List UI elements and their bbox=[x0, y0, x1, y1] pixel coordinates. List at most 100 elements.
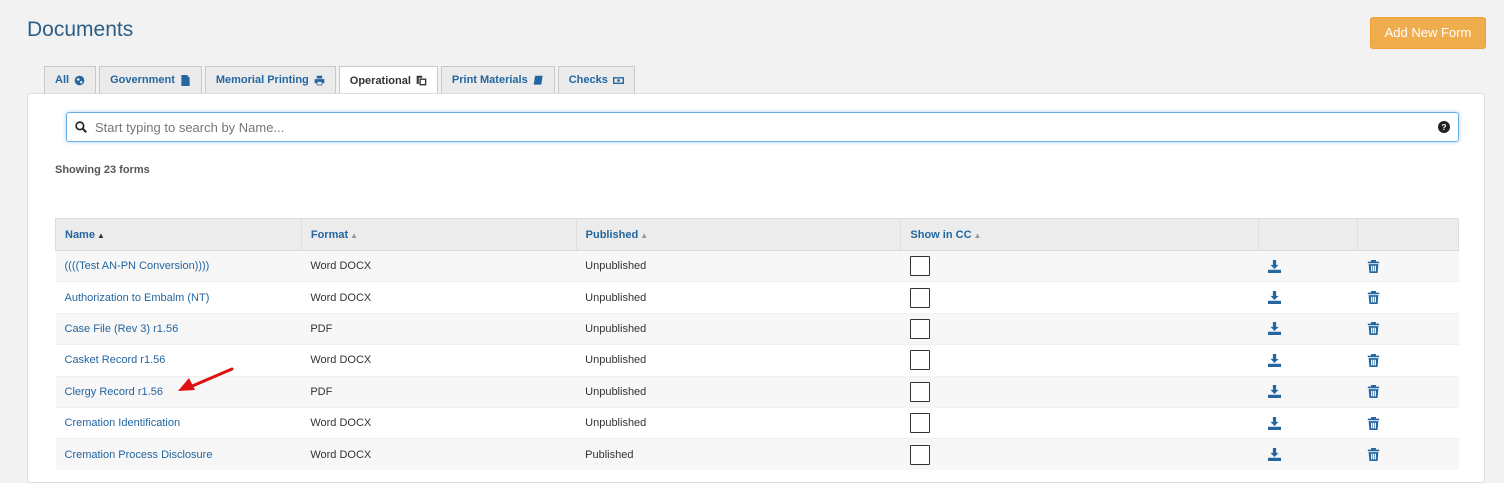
table-header: Name ▲ Format ▲ Published ▲ Show in CC ▲ bbox=[55, 218, 1459, 251]
download-cell bbox=[1258, 438, 1358, 471]
tab-label: All bbox=[55, 74, 70, 86]
download-icon[interactable] bbox=[1267, 416, 1281, 430]
form-published-status: Unpublished bbox=[576, 281, 901, 314]
download-cell bbox=[1258, 406, 1358, 439]
form-published-status: Unpublished bbox=[576, 406, 901, 439]
form-format: Word DOCX bbox=[301, 406, 577, 439]
download-cell bbox=[1258, 281, 1358, 314]
trash-icon[interactable] bbox=[1367, 385, 1380, 399]
show-in-cc-checkbox[interactable] bbox=[909, 444, 930, 465]
download-icon[interactable] bbox=[1267, 385, 1281, 399]
sort-icon: ▲ bbox=[973, 230, 982, 240]
tab-label: Government bbox=[110, 74, 175, 86]
form-format: PDF bbox=[301, 375, 577, 408]
download-cell bbox=[1258, 344, 1358, 377]
form-name-link[interactable]: Cremation Identification bbox=[55, 406, 302, 439]
tab-label: Operational bbox=[349, 74, 411, 87]
form-name-link[interactable]: Casket Record r1.56 bbox=[55, 344, 302, 377]
show-in-cc-checkbox[interactable] bbox=[909, 256, 930, 277]
show-in-cc-cell bbox=[900, 406, 1259, 439]
show-in-cc-checkbox[interactable] bbox=[909, 287, 930, 308]
delete-cell bbox=[1357, 406, 1459, 439]
form-published-status: Unpublished bbox=[576, 344, 901, 377]
column-header-name[interactable]: Name ▲ bbox=[55, 218, 302, 251]
form-published-status: Unpublished bbox=[576, 249, 901, 282]
tab-label: Print Materials bbox=[451, 74, 528, 86]
column-header-format[interactable]: Format ▲ bbox=[300, 218, 577, 251]
form-format: Word DOCX bbox=[301, 438, 577, 471]
show-in-cc-checkbox[interactable] bbox=[909, 381, 930, 402]
delete-cell bbox=[1357, 281, 1459, 314]
table-row: Authorization to Embalm (NT) Word DOCX Unp… bbox=[55, 281, 1459, 314]
table-row: Clergy Record r1.56 PDF Unpublished bbox=[55, 375, 1459, 408]
column-header-published[interactable]: Published ▲ bbox=[575, 218, 902, 251]
tab-all[interactable]: All bbox=[44, 66, 97, 93]
tab-memorial-printing[interactable]: Memorial Printing bbox=[204, 66, 336, 93]
globe-icon bbox=[74, 75, 85, 85]
download-icon[interactable] bbox=[1267, 259, 1281, 273]
download-icon[interactable] bbox=[1267, 353, 1281, 367]
forms-panel: ? Showing 23 forms Name▲ Format▲ Publish… bbox=[27, 93, 1485, 483]
form-format: Word DOCX bbox=[301, 344, 577, 377]
tab-government[interactable]: Government bbox=[99, 66, 202, 93]
delete-cell bbox=[1357, 312, 1459, 345]
download-icon[interactable] bbox=[1267, 291, 1281, 305]
form-name-link[interactable]: Cremation Process Disclosure bbox=[55, 438, 302, 471]
trash-icon[interactable] bbox=[1367, 322, 1380, 336]
book-icon bbox=[533, 75, 543, 85]
category-tabs: All Government Memorial Printing Operati… bbox=[44, 66, 638, 94]
trash-icon[interactable] bbox=[1367, 353, 1380, 367]
file-icon bbox=[181, 74, 190, 86]
tab-print-materials[interactable]: Print Materials bbox=[440, 66, 555, 93]
delete-cell bbox=[1357, 344, 1459, 377]
column-header-download bbox=[1258, 218, 1359, 251]
question-circle-icon[interactable]: ? bbox=[1438, 121, 1450, 133]
copy-icon bbox=[416, 75, 427, 86]
search-input[interactable] bbox=[93, 118, 1438, 136]
show-in-cc-cell bbox=[900, 344, 1259, 377]
form-format: Word DOCX bbox=[301, 281, 577, 314]
search-icon bbox=[75, 121, 87, 133]
table-row: ((((Test AN-PN Conversion)))) Word DOCX Un… bbox=[55, 249, 1459, 282]
page-title: Documents bbox=[27, 18, 134, 41]
tab-operational[interactable]: Operational bbox=[338, 66, 438, 94]
table-row: Cremation Identification Word DOCX Unpubli… bbox=[55, 406, 1459, 439]
table-row: Case File (Rev 3) r1.56 PDF Unpublished bbox=[55, 312, 1459, 345]
delete-cell bbox=[1357, 249, 1459, 282]
show-in-cc-cell bbox=[900, 312, 1259, 345]
download-cell bbox=[1258, 375, 1358, 408]
print-icon bbox=[314, 75, 325, 85]
delete-cell bbox=[1357, 438, 1459, 471]
form-name-link[interactable]: Authorization to Embalm (NT) bbox=[55, 281, 302, 314]
forms-count: Showing 23 forms bbox=[55, 164, 150, 176]
trash-icon[interactable] bbox=[1367, 416, 1380, 430]
tab-label: Checks bbox=[568, 74, 608, 86]
form-published-status: Unpublished bbox=[576, 375, 901, 408]
download-cell bbox=[1258, 249, 1358, 282]
table-row: Casket Record r1.56 Word DOCX Unpublished bbox=[55, 344, 1459, 377]
form-name-link[interactable]: ((((Test AN-PN Conversion)))) bbox=[55, 249, 302, 282]
trash-icon[interactable] bbox=[1367, 448, 1380, 462]
form-format: Word DOCX bbox=[301, 249, 577, 282]
download-cell bbox=[1258, 312, 1358, 345]
add-new-form-button[interactable]: Add New Form bbox=[1370, 17, 1486, 49]
search-box[interactable]: ? bbox=[66, 112, 1459, 142]
download-icon[interactable] bbox=[1267, 322, 1281, 336]
show-in-cc-cell bbox=[900, 375, 1259, 408]
form-name-link[interactable]: Clergy Record r1.56 bbox=[55, 375, 302, 408]
tab-checks[interactable]: Checks bbox=[557, 66, 635, 93]
money-icon bbox=[612, 76, 624, 84]
show-in-cc-checkbox[interactable] bbox=[909, 413, 930, 434]
show-in-cc-checkbox[interactable] bbox=[909, 350, 930, 371]
show-in-cc-cell bbox=[900, 438, 1259, 471]
trash-icon[interactable] bbox=[1367, 259, 1380, 273]
trash-icon[interactable] bbox=[1367, 291, 1380, 305]
tab-label: Memorial Printing bbox=[215, 74, 309, 86]
download-icon[interactable] bbox=[1267, 448, 1281, 462]
show-in-cc-cell bbox=[900, 281, 1259, 314]
column-header-show-in-cc[interactable]: Show in CC ▲ bbox=[900, 218, 1260, 251]
column-header-delete bbox=[1357, 218, 1459, 251]
svg-text:?: ? bbox=[1441, 123, 1446, 132]
show-in-cc-checkbox[interactable] bbox=[909, 318, 930, 339]
form-name-link[interactable]: Case File (Rev 3) r1.56 bbox=[55, 312, 302, 345]
